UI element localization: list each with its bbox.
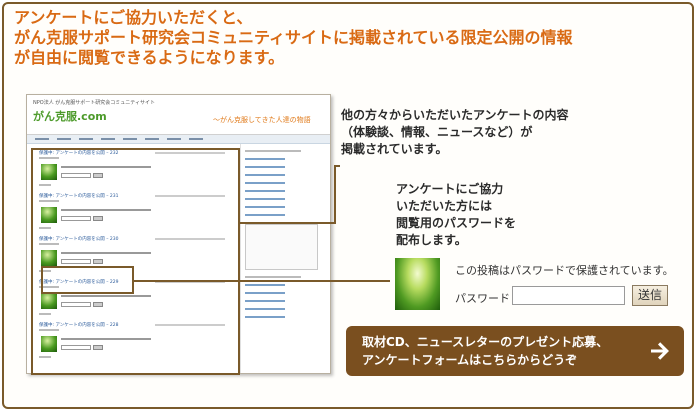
preview-tagline: ～がん克服してきた人達の物語 (213, 116, 311, 124)
preview-org-name: NPO法人 がん克服サポート研究会コミュニティサイト (33, 100, 155, 106)
preview-post-title: 保護中: アンケートの内容を公開 – 229 (39, 280, 119, 285)
connector-line (334, 165, 340, 167)
callout1-line: 掲載されています。 (341, 142, 448, 156)
callout1-line: （体験談、情報、ニュースなど）が (341, 125, 533, 139)
callout2-line: 配布します。 (396, 233, 467, 247)
headline-line-3: が自由に閲覧できるようになります。 (14, 48, 285, 67)
preview-logo: がん克服.com (33, 110, 107, 123)
password-protected-message: この投稿はパスワードで保護されています。 (455, 264, 674, 277)
password-input[interactable] (512, 286, 625, 305)
preview-header: NPO法人 がん克服サポート研究会コミュニティサイト がん克服.com ～がん克… (27, 95, 330, 135)
preview-post: 保護中: アンケートの内容を公開 – 230 (35, 236, 235, 279)
site-preview-screenshot: NPO法人 がん克服サポート研究会コミュニティサイト がん克服.com ～がん克… (26, 94, 331, 374)
password-submit-button[interactable]: 送信 (632, 285, 668, 306)
callout-posted-content: 他の方々からいただいたアンケートの内容 （体験談、情報、ニュースなど）が 掲載さ… (341, 107, 631, 158)
preview-post: 保護中: アンケートの内容を公開 – 232 (35, 150, 235, 193)
preview-post: 保護中: アンケートの内容を公開 – 228 (35, 322, 235, 365)
preview-post-list: 保護中: アンケートの内容を公開 – 232 保護中: アンケートの内容を公開 … (35, 150, 235, 365)
callout-password-distribution: アンケートにご協力 いただいた方には 閲覧用のパスワードを 配布します。 (396, 181, 576, 249)
headline-line-1: アンケートにご協力いただくと、 (14, 8, 253, 27)
preview-post-title: 保護中: アンケートの内容を公開 – 232 (39, 151, 119, 156)
preview-nav (27, 135, 330, 144)
preview-post: 保護中: アンケートの内容を公開 – 231 (35, 193, 235, 236)
password-label: パスワード (455, 292, 510, 305)
survey-form-cta-button[interactable]: 取材CD、ニュースレターのプレゼント応募、 アンケートフォームはこちらからどうぞ (346, 326, 684, 376)
headline: アンケートにご協力いただくと、 がん克服サポート研究会コミュニティサイトに掲載さ… (14, 8, 684, 68)
preview-post-thumbnail (41, 164, 57, 180)
callout1-line: 他の方々からいただいたアンケートの内容 (341, 108, 569, 122)
connector-line (240, 222, 336, 224)
preview-post-thumbnail (41, 336, 57, 352)
connector-line (334, 165, 336, 224)
preview-post-thumbnail (41, 293, 57, 309)
preview-post-title: 保護中: アンケートの内容を公開 – 228 (39, 323, 119, 328)
preview-post-title: 保護中: アンケートの内容を公開 – 231 (39, 194, 119, 199)
cta-line: アンケートフォームはこちらからどうぞ (362, 353, 578, 367)
callout2-line: アンケートにご協力 (396, 182, 504, 196)
callout2-line: いただいた方には (396, 199, 493, 213)
headline-line-2: がん克服サポート研究会コミュニティサイトに掲載されている限定公開の情報 (14, 28, 573, 47)
preview-post-title: 保護中: アンケートの内容を公開 – 230 (39, 237, 119, 242)
protected-post-thumbnail (395, 258, 440, 310)
cta-text: 取材CD、ニュースレターのプレゼント応募、 アンケートフォームはこちらからどうぞ (362, 333, 608, 369)
preview-post-thumbnail (41, 250, 57, 266)
cta-line: 取材CD、ニュースレターのプレゼント応募、 (362, 335, 609, 349)
connector-line (134, 280, 390, 282)
preview-sidebar (240, 144, 322, 373)
arrow-right-icon (651, 342, 669, 360)
preview-post: 保護中: アンケートの内容を公開 – 229 (35, 279, 235, 322)
preview-post-thumbnail (41, 207, 57, 223)
callout2-line: 閲覧用のパスワードを (396, 216, 517, 230)
